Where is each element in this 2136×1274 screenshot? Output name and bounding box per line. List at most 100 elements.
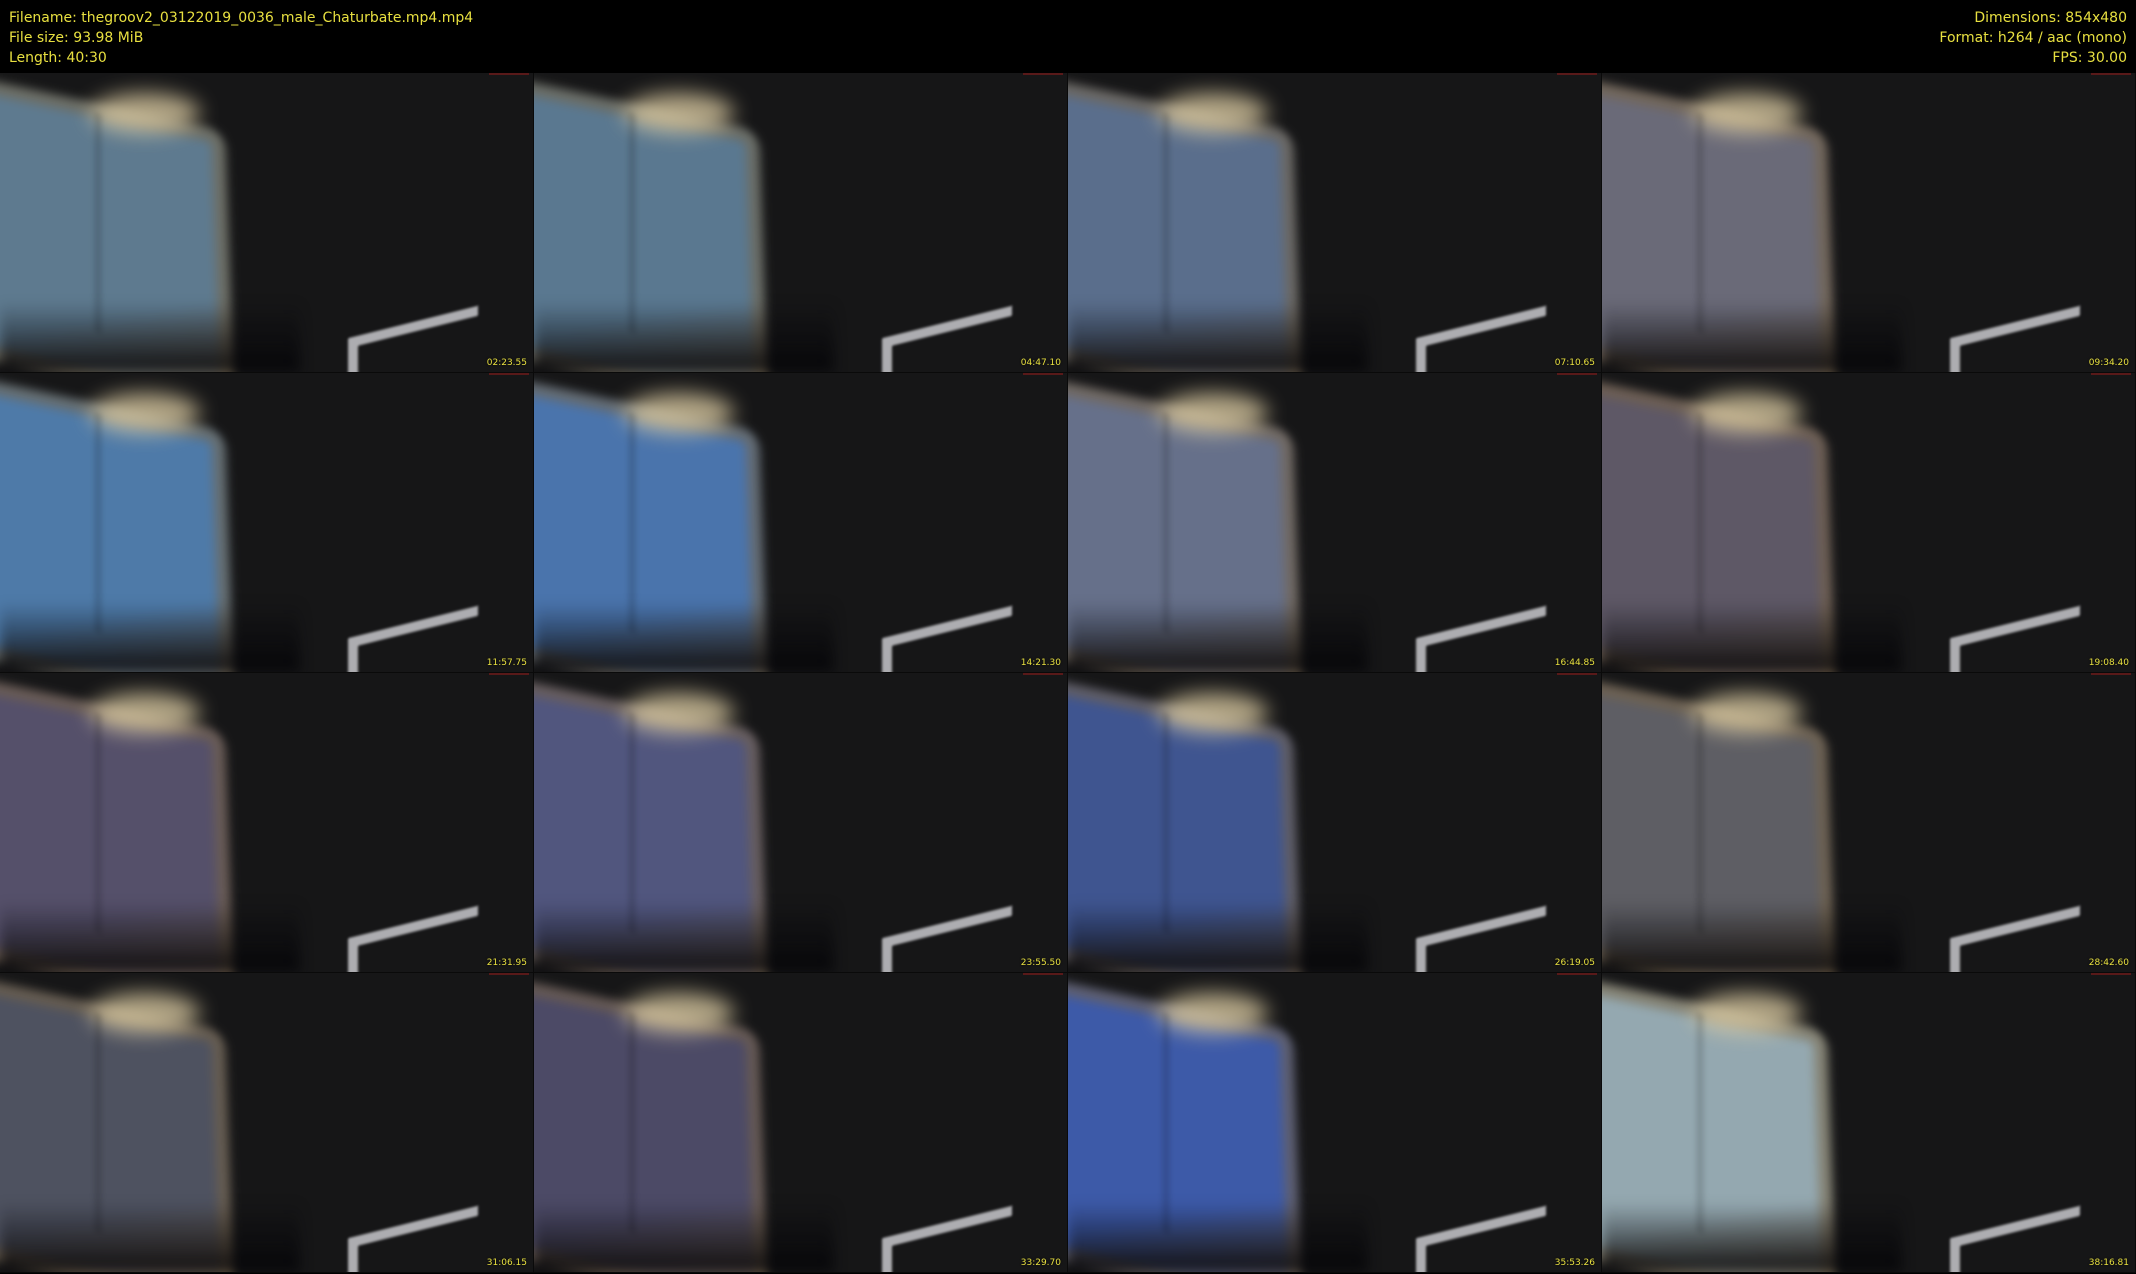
edge-marker (1023, 373, 1063, 375)
timestamp-label: 26:19.05 (1554, 958, 1595, 968)
logo-corner-icon (1416, 305, 1546, 372)
edge-marker (1557, 73, 1597, 75)
shadow-area (1068, 602, 1368, 672)
window-mullion (1163, 712, 1169, 934)
edge-marker (2091, 73, 2131, 75)
fps-label: FPS: 30.00 (2052, 50, 2127, 66)
timestamp-label: 33:29.70 (1020, 1258, 1061, 1268)
contact-sheet: Filename: thegroov2_03122019_0036_male_C… (0, 0, 2136, 1274)
file-size-label: File size: 93.98 MiB (9, 30, 144, 46)
logo-corner-icon (1950, 305, 2080, 372)
light-glow (90, 993, 200, 1033)
light-glow (1158, 393, 1268, 433)
video-thumbnail: 38:16.81 (1602, 973, 2136, 1273)
video-thumbnail: 07:10.65 (1068, 73, 1602, 373)
logo-corner-icon (348, 905, 478, 972)
video-thumbnail: 35:53.26 (1068, 973, 1602, 1273)
edge-marker (489, 373, 529, 375)
light-glow (1158, 693, 1268, 733)
light-glow (1158, 993, 1268, 1033)
timestamp-label: 11:57.75 (486, 658, 527, 668)
shadow-area (1602, 602, 1902, 672)
thumbnail-frame: 14:21.30 (534, 373, 1067, 672)
video-thumbnail: 16:44.85 (1068, 373, 1602, 673)
timestamp-label: 21:31.95 (486, 958, 527, 968)
shadow-area (0, 1202, 300, 1272)
thumbnail-frame: 26:19.05 (1068, 673, 1601, 972)
light-glow (90, 693, 200, 733)
edge-marker (489, 673, 529, 675)
window-mullion (95, 712, 101, 934)
window-mullion (1163, 1012, 1169, 1234)
window-mullion (629, 412, 635, 634)
window-mullion (1697, 1012, 1703, 1234)
edge-marker (1557, 673, 1597, 675)
window-mullion (1697, 412, 1703, 634)
video-thumbnail: 19:08.40 (1602, 373, 2136, 673)
logo-corner-icon (1416, 1205, 1546, 1272)
window-mullion (629, 712, 635, 934)
logo-corner-icon (882, 1205, 1012, 1272)
edge-marker (1557, 973, 1597, 975)
shadow-area (1602, 302, 1902, 372)
shadow-area (0, 602, 300, 672)
format-label: Format: h264 / aac (mono) (1939, 30, 2127, 46)
thumbnail-frame: 31:06.15 (0, 973, 533, 1272)
video-thumbnail: 02:23.55 (0, 73, 534, 373)
thumbnail-frame: 35:53.26 (1068, 973, 1601, 1272)
thumbnail-frame: 09:34.20 (1602, 73, 2135, 372)
thumbnail-frame: 07:10.65 (1068, 73, 1601, 372)
timestamp-label: 04:47.10 (1020, 358, 1061, 368)
window-mullion (95, 1012, 101, 1234)
edge-marker (1023, 73, 1063, 75)
light-glow (624, 93, 734, 133)
timestamp-label: 14:21.30 (1020, 658, 1061, 668)
light-glow (624, 993, 734, 1033)
window-mullion (1697, 112, 1703, 334)
light-glow (1692, 693, 1802, 733)
video-thumbnail: 33:29.70 (534, 973, 1068, 1273)
shadow-area (534, 602, 834, 672)
edge-marker (1557, 373, 1597, 375)
edge-marker (2091, 673, 2131, 675)
light-glow (1692, 393, 1802, 433)
shadow-area (1068, 1202, 1368, 1272)
thumbnail-grid: 02:23.55 04:47.10 07:10.65 09:34.20 11:57.75… (0, 73, 2136, 1273)
logo-corner-icon (1950, 1205, 2080, 1272)
thumbnail-frame: 23:55.50 (534, 673, 1067, 972)
shadow-area (1068, 902, 1368, 972)
thumbnail-frame: 33:29.70 (534, 973, 1067, 1272)
thumbnail-frame: 11:57.75 (0, 373, 533, 672)
logo-corner-icon (1950, 605, 2080, 672)
logo-corner-icon (1416, 605, 1546, 672)
light-glow (1692, 93, 1802, 133)
timestamp-label: 28:42.60 (2088, 958, 2129, 968)
timestamp-label: 02:23.55 (486, 358, 527, 368)
window-mullion (95, 412, 101, 634)
window-mullion (95, 112, 101, 334)
length-label: Length: 40:30 (9, 50, 107, 66)
dimensions-label: Dimensions: 854x480 (1974, 10, 2127, 26)
window-mullion (1163, 412, 1169, 634)
logo-corner-icon (348, 305, 478, 372)
video-thumbnail: 11:57.75 (0, 373, 534, 673)
info-header: Filename: thegroov2_03122019_0036_male_C… (0, 0, 2136, 72)
light-glow (624, 393, 734, 433)
logo-corner-icon (882, 605, 1012, 672)
video-thumbnail: 21:31.95 (0, 673, 534, 973)
logo-corner-icon (1416, 905, 1546, 972)
thumbnail-frame: 21:31.95 (0, 673, 533, 972)
timestamp-label: 31:06.15 (486, 1258, 527, 1268)
timestamp-label: 09:34.20 (2088, 358, 2129, 368)
video-thumbnail: 14:21.30 (534, 373, 1068, 673)
window-mullion (629, 112, 635, 334)
thumbnail-frame: 38:16.81 (1602, 973, 2135, 1272)
window-mullion (1163, 112, 1169, 334)
edge-marker (1023, 673, 1063, 675)
timestamp-label: 16:44.85 (1554, 658, 1595, 668)
shadow-area (1602, 1202, 1902, 1272)
video-thumbnail: 31:06.15 (0, 973, 534, 1273)
shadow-area (0, 902, 300, 972)
light-glow (1158, 93, 1268, 133)
logo-corner-icon (1950, 905, 2080, 972)
